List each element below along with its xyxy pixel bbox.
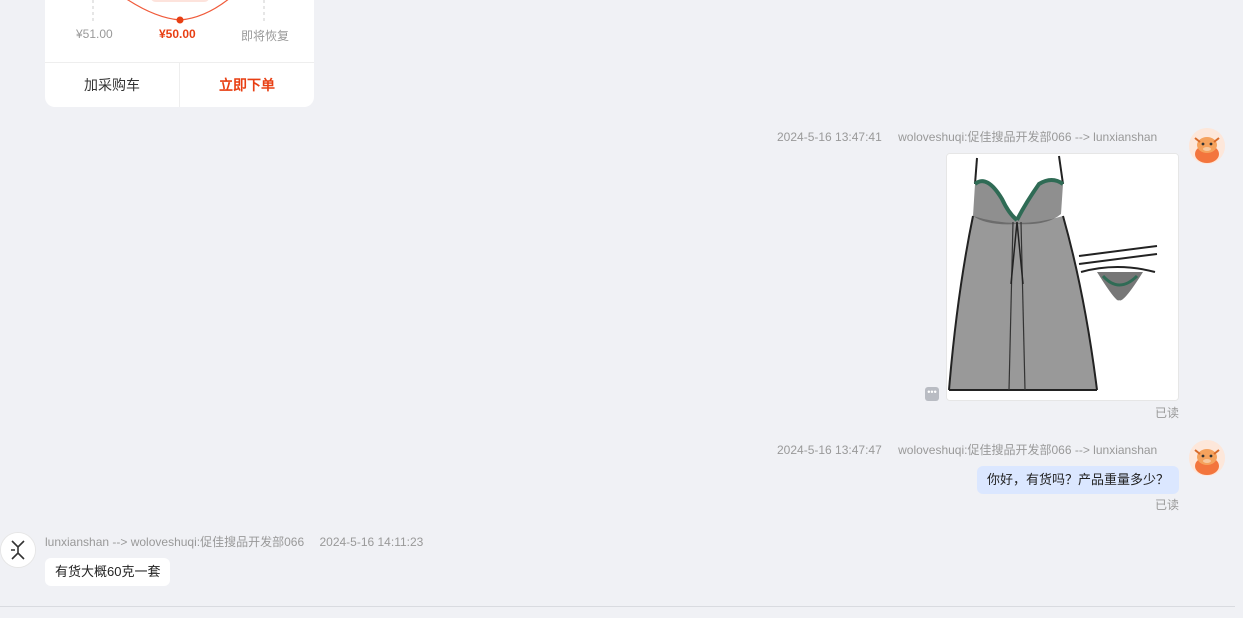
price-original: ¥51.00 — [76, 27, 113, 41]
message-bubble[interactable]: 你好，有货吗？产品重量多少？ — [976, 466, 1179, 494]
message-time: 2024-5-16 14:11:23 — [319, 535, 424, 549]
price-tag — [151, 0, 209, 2]
price-point — [176, 16, 184, 24]
cartoon-avatar-icon — [1189, 440, 1225, 476]
add-to-cart-button[interactable]: 加采购车 — [45, 63, 180, 107]
product-card: ¥51.00 ¥50.00 即将恢复 加采购车 立即下单 — [45, 0, 314, 107]
message-meta: 2024-5-16 13:47:47 woloveshuqi:促佳搜品开发部06… — [777, 441, 1157, 458]
message-time: 2024-5-16 13:47:41 — [777, 130, 882, 144]
message-sender: woloveshuqi:促佳搜品开发部066 --> lunxianshan — [898, 130, 1158, 144]
avatar[interactable] — [1189, 128, 1225, 164]
message-time: 2024-5-16 13:47:47 — [777, 443, 882, 457]
price-current: ¥50.00 — [159, 27, 196, 41]
message-sender: woloveshuqi:促佳搜品开发部066 --> lunxianshan — [898, 443, 1158, 457]
price-restore: 即将恢复 — [241, 29, 290, 43]
input-divider — [0, 606, 1235, 607]
price-curve — [127, 0, 229, 21]
order-now-button[interactable]: 立即下单 — [180, 63, 314, 107]
avatar[interactable] — [1189, 440, 1225, 476]
read-status: 已读 — [1155, 406, 1180, 420]
message-image[interactable] — [946, 153, 1179, 401]
card-actions: 加采购车 立即下单 — [45, 62, 314, 107]
cartoon-avatar-icon — [1189, 128, 1225, 164]
chat-panel: ¥51.00 ¥50.00 即将恢复 加采购车 立即下单 2024-5-16 1… — [0, 0, 1243, 618]
message-meta: lunxianshan --> woloveshuqi:促佳搜品开发部066 2… — [45, 533, 423, 550]
ellipsis-icon[interactable]: ••• — [925, 387, 939, 401]
message-sender: lunxianshan --> woloveshuqi:促佳搜品开发部066 — [45, 535, 305, 549]
message-bubble[interactable]: 有货大概60克一套 — [45, 558, 171, 586]
logo-avatar-icon — [1, 533, 35, 567]
lingerie-product-image — [947, 154, 1178, 400]
avatar[interactable] — [0, 532, 36, 568]
message-meta: 2024-5-16 13:47:41 woloveshuqi:促佳搜品开发部06… — [777, 128, 1157, 145]
price-trend-chart — [92, 0, 265, 24]
read-status: 已读 — [1155, 498, 1180, 512]
